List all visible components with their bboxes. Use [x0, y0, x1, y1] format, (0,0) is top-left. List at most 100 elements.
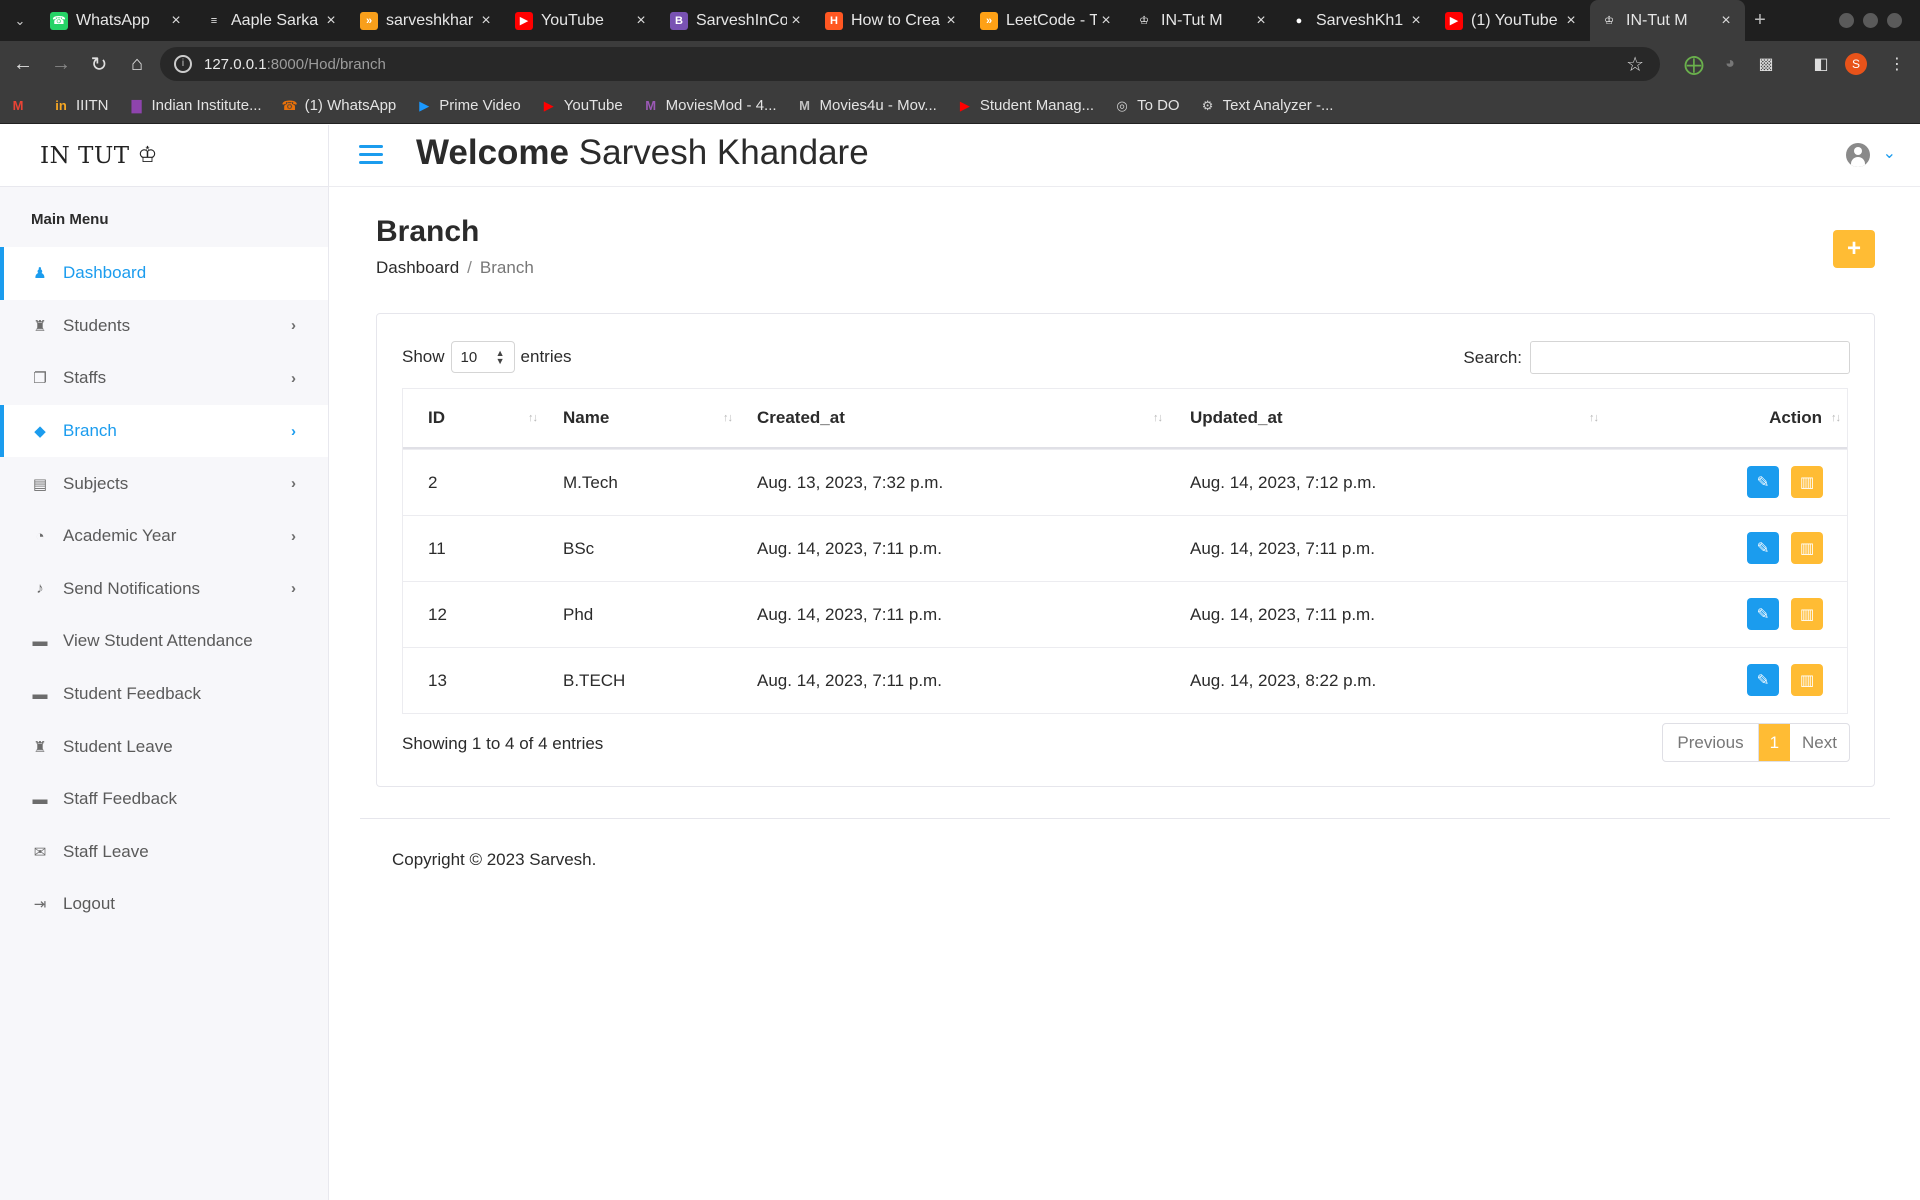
close-tab-icon[interactable]: ×: [477, 12, 495, 30]
page-1-button[interactable]: 1: [1758, 724, 1791, 761]
sidebar-item-dashboard[interactable]: ♟ Dashboard: [0, 247, 328, 300]
close-tab-icon[interactable]: ×: [632, 12, 650, 30]
add-branch-button[interactable]: +: [1833, 230, 1875, 268]
sort-icon[interactable]: ↑↓: [1153, 412, 1163, 424]
sidebar-item-staff-leave[interactable]: ✉ Staff Leave: [0, 826, 328, 879]
tab-search-chevron-icon[interactable]: ⌄: [0, 0, 40, 41]
browser-tab[interactable]: ♔ IN-Tut M ×: [1125, 0, 1280, 41]
bookmark-item[interactable]: ▇ Indian Institute...: [129, 97, 262, 114]
bookmark-item[interactable]: ◎ To DO: [1114, 97, 1179, 114]
address-bar[interactable]: i 127.0.0.1:8000/Hod/branch ☆: [160, 47, 1660, 81]
side-panel-icon[interactable]: ◧: [1808, 51, 1834, 77]
browser-tab[interactable]: ▶ YouTube ×: [505, 0, 660, 41]
bookmark-item[interactable]: M Movies4u - Mov...: [797, 97, 937, 114]
previous-page-button[interactable]: Previous: [1663, 724, 1759, 761]
sidebar-item-staffs[interactable]: ❐ Staffs ›: [0, 352, 328, 405]
sort-icon[interactable]: ↑↓: [1831, 412, 1841, 424]
bookmark-item[interactable]: in IIITN: [53, 97, 108, 114]
table-search: Search:: [1463, 341, 1850, 374]
row-actions: ✎ ▥: [1747, 598, 1823, 630]
close-tab-icon[interactable]: ×: [1717, 12, 1735, 30]
column-header-action[interactable]: Action: [1769, 408, 1822, 428]
delete-button[interactable]: ▥: [1791, 532, 1823, 564]
delete-button[interactable]: ▥: [1791, 664, 1823, 696]
bookmark-item[interactable]: ▶ Student Manag...: [957, 97, 1094, 114]
bookmark-star-icon[interactable]: ☆: [1626, 52, 1644, 77]
edit-button[interactable]: ✎: [1747, 532, 1779, 564]
sort-icon[interactable]: ↑↓: [528, 412, 538, 424]
column-header-created[interactable]: Created_at: [757, 408, 845, 428]
sidebar-toggle-icon[interactable]: [359, 145, 383, 167]
page-size-select[interactable]: 10 ▲ ▼: [450, 341, 515, 373]
extension-plus-icon[interactable]: ⨁: [1681, 51, 1707, 77]
sidebar-item-send-notifications[interactable]: ♪ Send Notifications ›: [0, 563, 328, 616]
edit-button[interactable]: ✎: [1747, 598, 1779, 630]
close-tab-icon[interactable]: ×: [1097, 12, 1115, 30]
bookmark-item[interactable]: M: [10, 98, 33, 114]
forward-arrow-icon[interactable]: →: [42, 46, 80, 84]
extension-dark-icon[interactable]: ◕: [1717, 51, 1743, 77]
next-page-button[interactable]: Next: [1790, 724, 1849, 761]
bookmark-item[interactable]: ▶ YouTube: [541, 97, 623, 114]
sidebar-item-logout[interactable]: ⇥ Logout: [0, 878, 328, 931]
page-size-value: 10: [460, 348, 478, 366]
bookmark-item[interactable]: ☎ (1) WhatsApp: [281, 97, 396, 114]
minimize-button[interactable]: [1839, 13, 1854, 28]
close-tab-icon[interactable]: ×: [787, 12, 805, 30]
maximize-button[interactable]: [1863, 13, 1878, 28]
new-tab-button[interactable]: +: [1745, 9, 1775, 32]
delete-button[interactable]: ▥: [1791, 466, 1823, 498]
back-arrow-icon[interactable]: ←: [4, 46, 42, 84]
app-logo[interactable]: IN TUT ♔: [0, 125, 328, 187]
footer-divider: [360, 818, 1890, 819]
sidebar-item-academic-year[interactable]: ◔ Academic Year ›: [0, 510, 328, 563]
sidebar-item-label: Student Leave: [63, 736, 173, 756]
sidebar-item-student-feedback[interactable]: ▬ Student Feedback: [0, 668, 328, 721]
edit-button[interactable]: ✎: [1747, 664, 1779, 696]
close-tab-icon[interactable]: ×: [1252, 12, 1270, 30]
bookmark-item[interactable]: ▶ Prime Video: [416, 97, 520, 114]
profile-avatar[interactable]: S: [1845, 53, 1867, 75]
gear-icon: ⚙: [1201, 97, 1214, 113]
close-tab-icon[interactable]: ×: [167, 12, 185, 30]
close-tab-icon[interactable]: ×: [322, 12, 340, 30]
browser-tab[interactable]: H How to Crea ×: [815, 0, 970, 41]
search-input[interactable]: [1530, 341, 1850, 374]
bookmark-item[interactable]: M MoviesMod - 4...: [643, 97, 776, 114]
column-header-updated[interactable]: Updated_at: [1190, 408, 1283, 428]
table-info: Showing 1 to 4 of 4 entries: [402, 734, 604, 753]
delete-button[interactable]: ▥: [1791, 598, 1823, 630]
sidebar-item-subjects[interactable]: ▤ Subjects ›: [0, 457, 328, 510]
bookmark-item[interactable]: ⚙ Text Analyzer -...: [1200, 97, 1334, 114]
browser-tab[interactable]: B SarveshInCo ×: [660, 0, 815, 41]
sidebar-item-staff-feedback[interactable]: ▬ Staff Feedback: [0, 773, 328, 826]
column-header-id[interactable]: ID: [428, 408, 445, 428]
user-menu-chevron-icon[interactable]: ⌄: [1883, 143, 1896, 163]
site-info-icon[interactable]: i: [174, 55, 192, 73]
sidebar-item-student-leave[interactable]: ♜ Student Leave: [0, 720, 328, 773]
browser-tab[interactable]: » sarveshkhar ×: [350, 0, 505, 41]
reload-icon[interactable]: ↻: [80, 46, 118, 84]
edit-button[interactable]: ✎: [1747, 466, 1779, 498]
sidebar-item-branch[interactable]: ◆ Branch ›: [0, 404, 328, 458]
breadcrumb-dashboard[interactable]: Dashboard: [376, 258, 459, 277]
sidebar-item-students[interactable]: ♜ Students ›: [0, 300, 328, 353]
close-tab-icon[interactable]: ×: [942, 12, 960, 30]
browser-menu-icon[interactable]: ⋮: [1884, 51, 1910, 77]
column-header-name[interactable]: Name: [563, 408, 609, 428]
home-icon[interactable]: ⌂: [118, 46, 156, 84]
browser-tab[interactable]: ● SarveshKh1 ×: [1280, 0, 1435, 41]
sort-icon[interactable]: ↑↓: [723, 412, 733, 424]
user-avatar-icon[interactable]: [1846, 143, 1870, 167]
sort-icon[interactable]: ↑↓: [1589, 412, 1599, 424]
browser-tab[interactable]: ≡ Aaple Sarka ×: [195, 0, 350, 41]
browser-tab[interactable]: ▶ (1) YouTube ×: [1435, 0, 1590, 41]
close-tab-icon[interactable]: ×: [1407, 12, 1425, 30]
browser-tab[interactable]: ♔ IN-Tut M ×: [1590, 0, 1745, 41]
sidebar-item-view-student-attendance[interactable]: ▬ View Student Attendance: [0, 615, 328, 668]
close-window-button[interactable]: [1887, 13, 1902, 28]
close-tab-icon[interactable]: ×: [1562, 12, 1580, 30]
browser-tab[interactable]: » LeetCode - T ×: [970, 0, 1125, 41]
extensions-puzzle-icon[interactable]: ▩: [1753, 51, 1779, 77]
browser-tab[interactable]: ☎ WhatsApp ×: [40, 0, 195, 41]
